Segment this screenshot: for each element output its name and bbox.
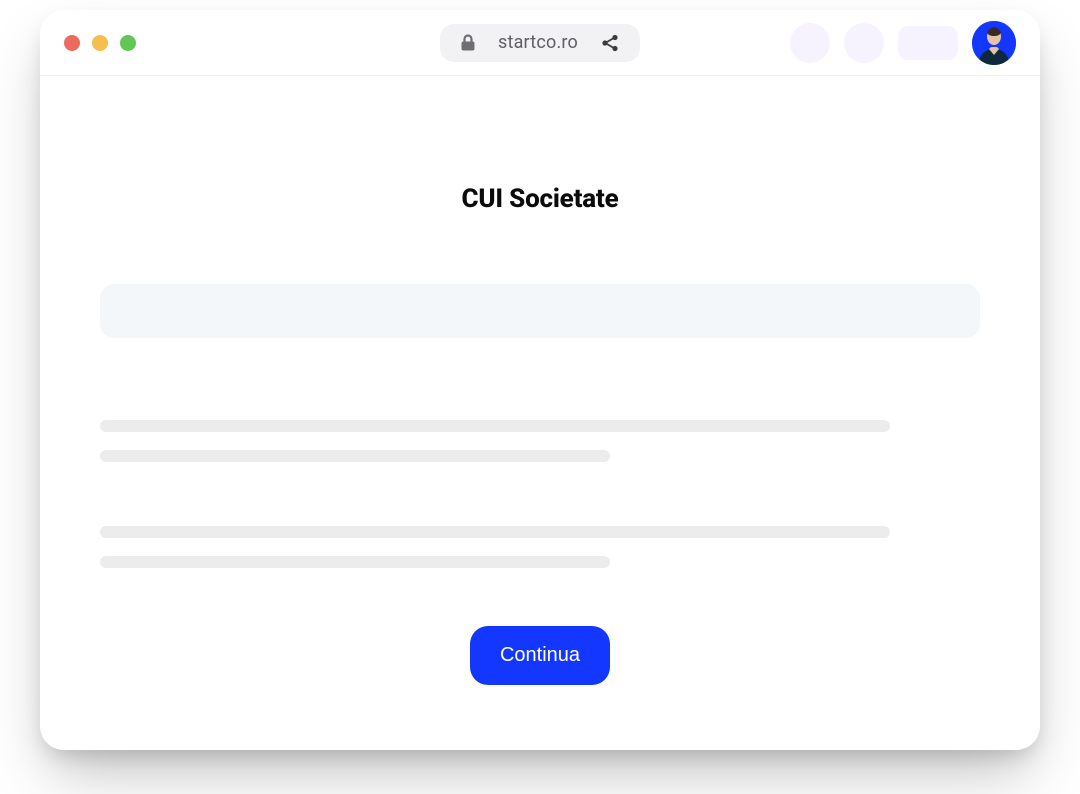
header-placeholder-pill[interactable]: [898, 26, 958, 60]
lock-icon: [460, 34, 476, 52]
main-content: CUI Societate Continua: [40, 76, 1040, 750]
skeleton-paragraph-2: [100, 526, 980, 568]
minimize-window-button[interactable]: [92, 35, 108, 51]
skeleton-line: [100, 526, 890, 538]
header-placeholder-button-2[interactable]: [844, 23, 884, 63]
skeleton-paragraph-1: [100, 420, 980, 462]
address-bar-cluster: startco.ro: [440, 24, 640, 62]
browser-window: startco.ro: [40, 10, 1040, 750]
close-window-button[interactable]: [64, 35, 80, 51]
continue-button[interactable]: Continua: [470, 626, 610, 685]
avatar[interactable]: [972, 21, 1016, 65]
skeleton-line: [100, 420, 890, 432]
skeleton-line: [100, 556, 610, 568]
maximize-window-button[interactable]: [120, 35, 136, 51]
address-bar[interactable]: startco.ro: [440, 24, 640, 62]
header-right-cluster: [790, 21, 1016, 65]
header-placeholder-button-1[interactable]: [790, 23, 830, 63]
page-title: CUI Societate: [461, 184, 618, 214]
skeleton-line: [100, 450, 610, 462]
url-text: startco.ro: [498, 32, 578, 53]
description-skeleton: [100, 420, 980, 568]
titlebar: startco.ro: [40, 10, 1040, 76]
share-icon[interactable]: [600, 33, 620, 53]
cui-input[interactable]: [100, 284, 980, 338]
window-controls: [64, 35, 136, 51]
